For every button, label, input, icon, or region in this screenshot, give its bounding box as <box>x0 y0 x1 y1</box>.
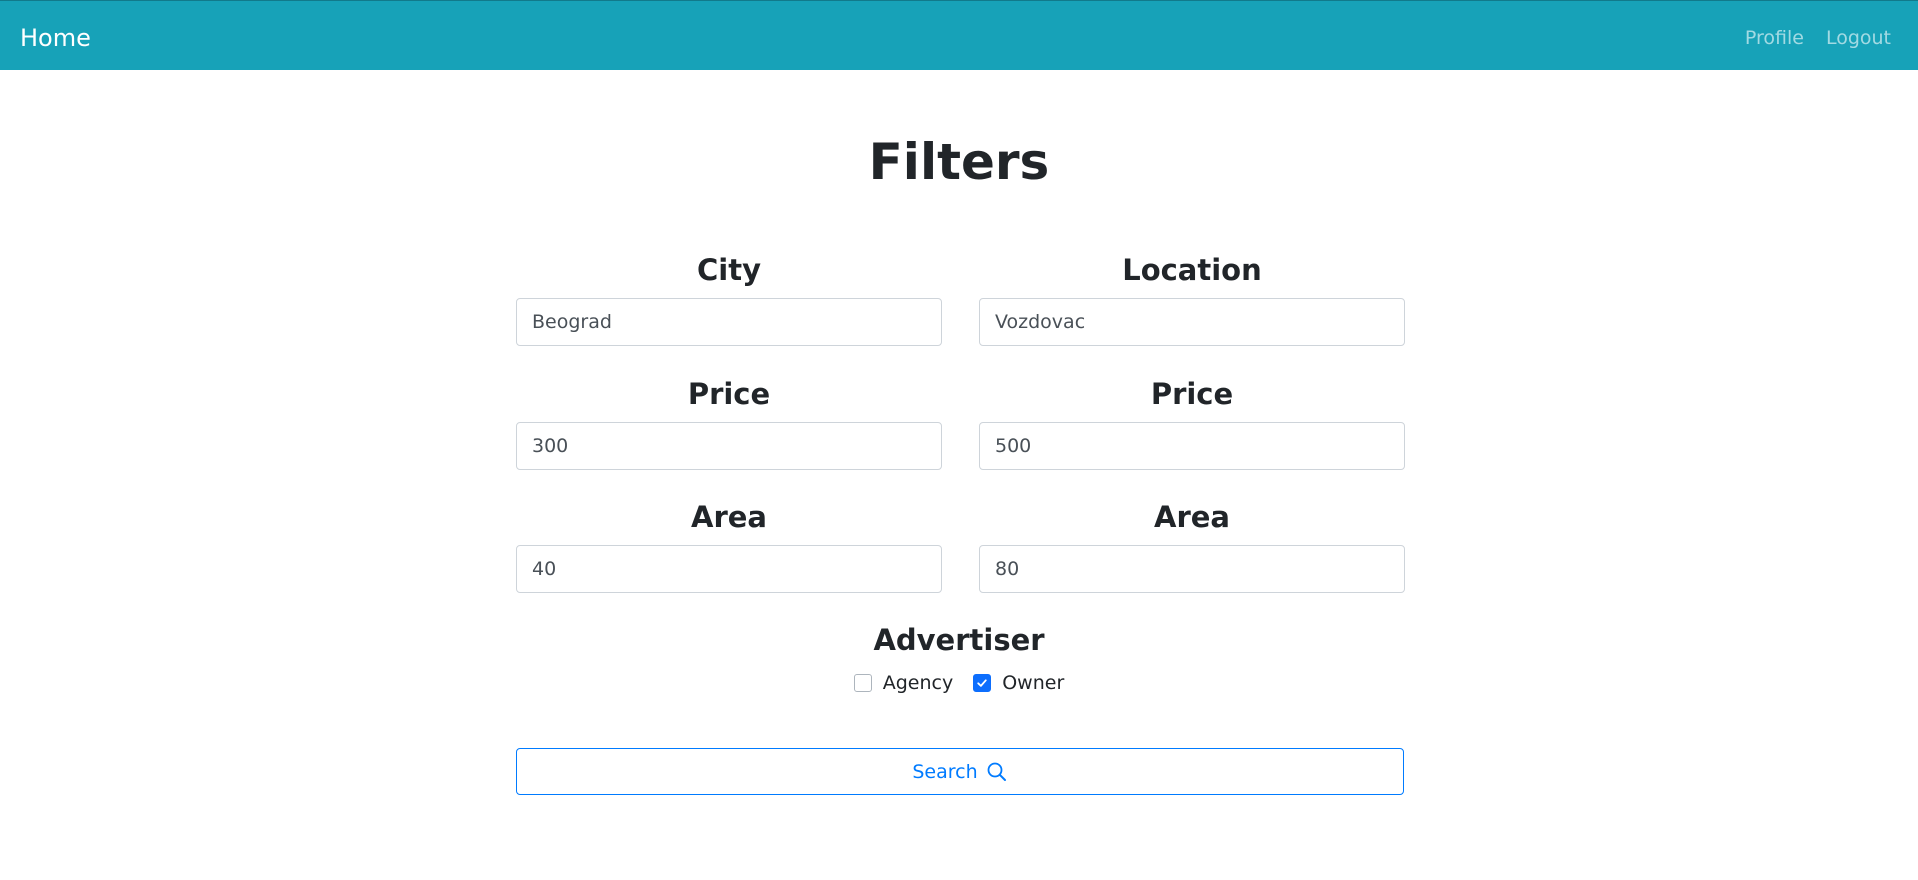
price-max-field-group: Price <box>979 376 1405 470</box>
search-icon <box>987 762 1006 781</box>
area-max-field-group: Area <box>979 499 1405 593</box>
price-min-field-group: Price <box>516 376 942 470</box>
profile-link[interactable]: Profile <box>1745 26 1804 50</box>
owner-checkbox-label: Owner <box>1002 672 1065 694</box>
area-min-label: Area <box>691 500 767 534</box>
area-min-input[interactable] <box>516 545 942 593</box>
advertiser-options: Agency Owner <box>0 670 1918 696</box>
city-input[interactable] <box>516 298 942 346</box>
area-max-input[interactable] <box>979 545 1405 593</box>
location-field-group: Location <box>979 252 1405 346</box>
page-title: Filters <box>868 133 1050 191</box>
checkmark-icon <box>977 679 987 687</box>
price-max-input[interactable] <box>979 422 1405 470</box>
search-button-label: Search <box>912 760 978 783</box>
agency-option[interactable]: Agency <box>853 670 954 696</box>
area-min-field-group: Area <box>516 499 942 593</box>
agency-checkbox-label: Agency <box>882 672 954 694</box>
owner-option[interactable]: Owner <box>973 670 1064 696</box>
location-label: Location <box>1122 253 1262 287</box>
area-max-label: Area <box>1154 500 1230 534</box>
agency-checkbox[interactable] <box>853 674 872 692</box>
price-min-input[interactable] <box>516 422 942 470</box>
advertiser-label: Advertiser <box>873 623 1045 657</box>
price-min-label: Price <box>687 377 771 411</box>
location-input[interactable] <box>979 298 1405 346</box>
nav-links: Profile Logout <box>1745 26 1891 50</box>
home-link[interactable]: Home <box>20 24 91 52</box>
city-field-group: City <box>516 252 942 346</box>
logout-link[interactable]: Logout <box>1826 26 1891 50</box>
navbar: Home Profile Logout <box>0 0 1918 70</box>
owner-checkbox[interactable] <box>973 674 992 692</box>
search-button[interactable]: Search <box>516 748 1404 795</box>
price-max-label: Price <box>1150 377 1234 411</box>
city-label: City <box>697 253 761 287</box>
